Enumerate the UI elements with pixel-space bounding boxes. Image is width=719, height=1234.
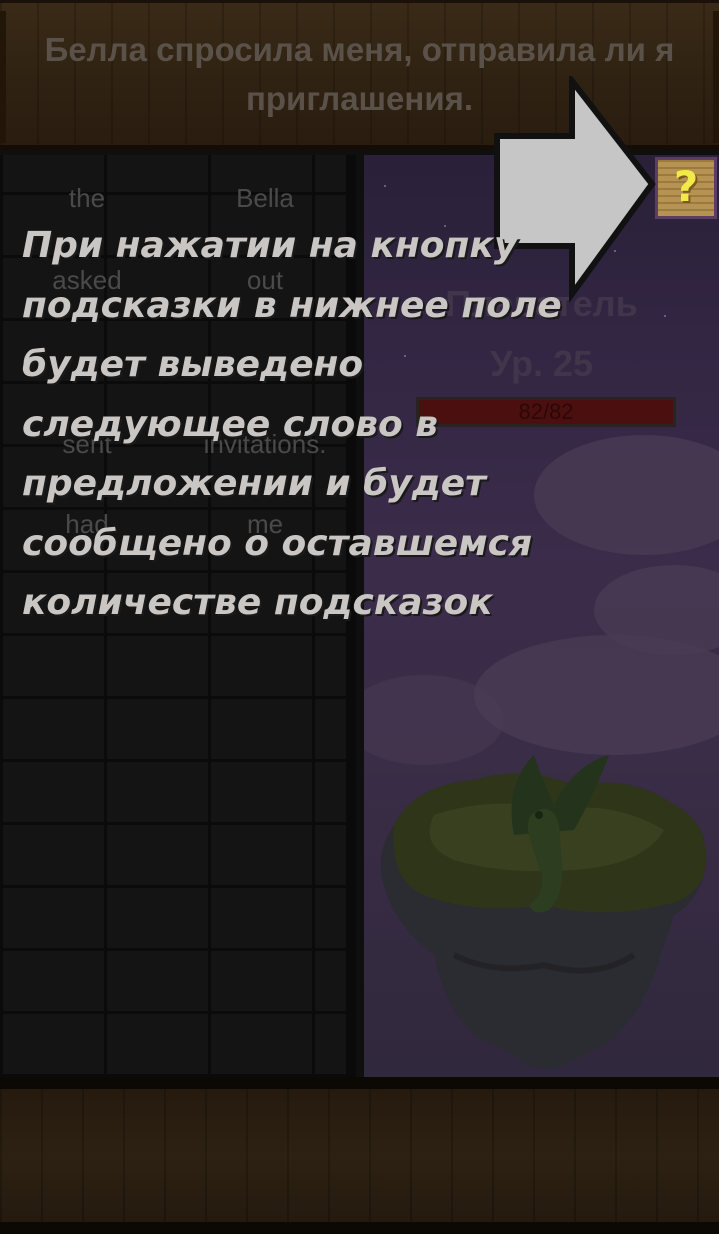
hint-button[interactable]: ?: [655, 157, 717, 219]
word-tile[interactable]: Bella: [205, 183, 325, 214]
question-icon: ?: [673, 162, 699, 211]
word-tile[interactable]: the: [27, 183, 147, 214]
tutorial-hint-text: При нажатии на кнопку подсказки в нижнее…: [22, 225, 562, 623]
dragon-monster: [511, 755, 609, 913]
answer-field: [0, 1077, 719, 1234]
